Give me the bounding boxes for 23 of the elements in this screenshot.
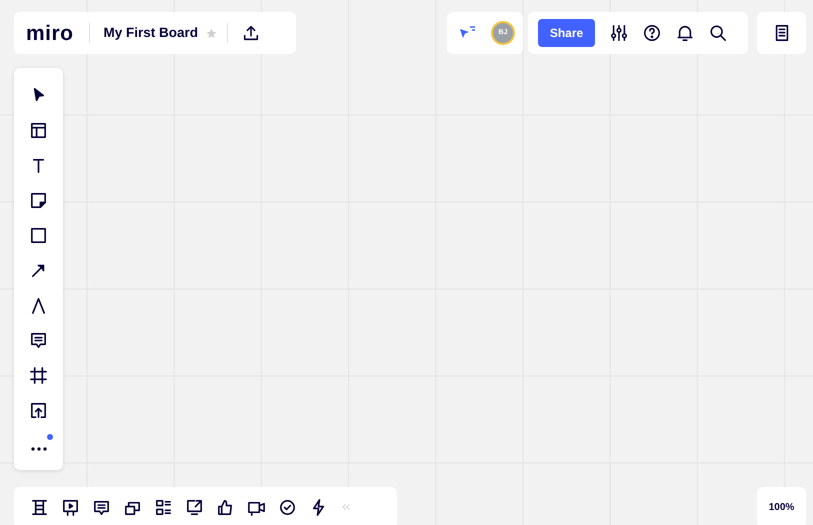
template-icon [29, 121, 48, 140]
sliders-icon[interactable] [610, 24, 628, 42]
upload-icon [29, 401, 48, 420]
grid-frame-icon [30, 498, 49, 516]
board-title[interactable]: My First Board [104, 22, 198, 44]
list-icon [154, 498, 173, 516]
more-icon [30, 446, 46, 450]
presentation-icon [61, 498, 80, 516]
sticky-note-icon [29, 191, 48, 210]
search-icon[interactable] [709, 24, 727, 42]
comment-icon [29, 331, 48, 350]
help-icon[interactable] [643, 24, 661, 42]
share-button[interactable]: Share [538, 19, 595, 47]
upload-icon[interactable] [242, 24, 260, 42]
thumbs-up-icon [216, 498, 235, 516]
logo[interactable]: miro [26, 22, 74, 44]
bell-icon[interactable] [676, 24, 694, 42]
square-icon [29, 226, 48, 245]
zoom-level[interactable]: 100% [768, 500, 794, 515]
screen-share-icon [185, 498, 204, 516]
frame-icon [29, 366, 48, 385]
double-chevron-icon [340, 501, 352, 513]
star-icon[interactable] [206, 28, 218, 38]
